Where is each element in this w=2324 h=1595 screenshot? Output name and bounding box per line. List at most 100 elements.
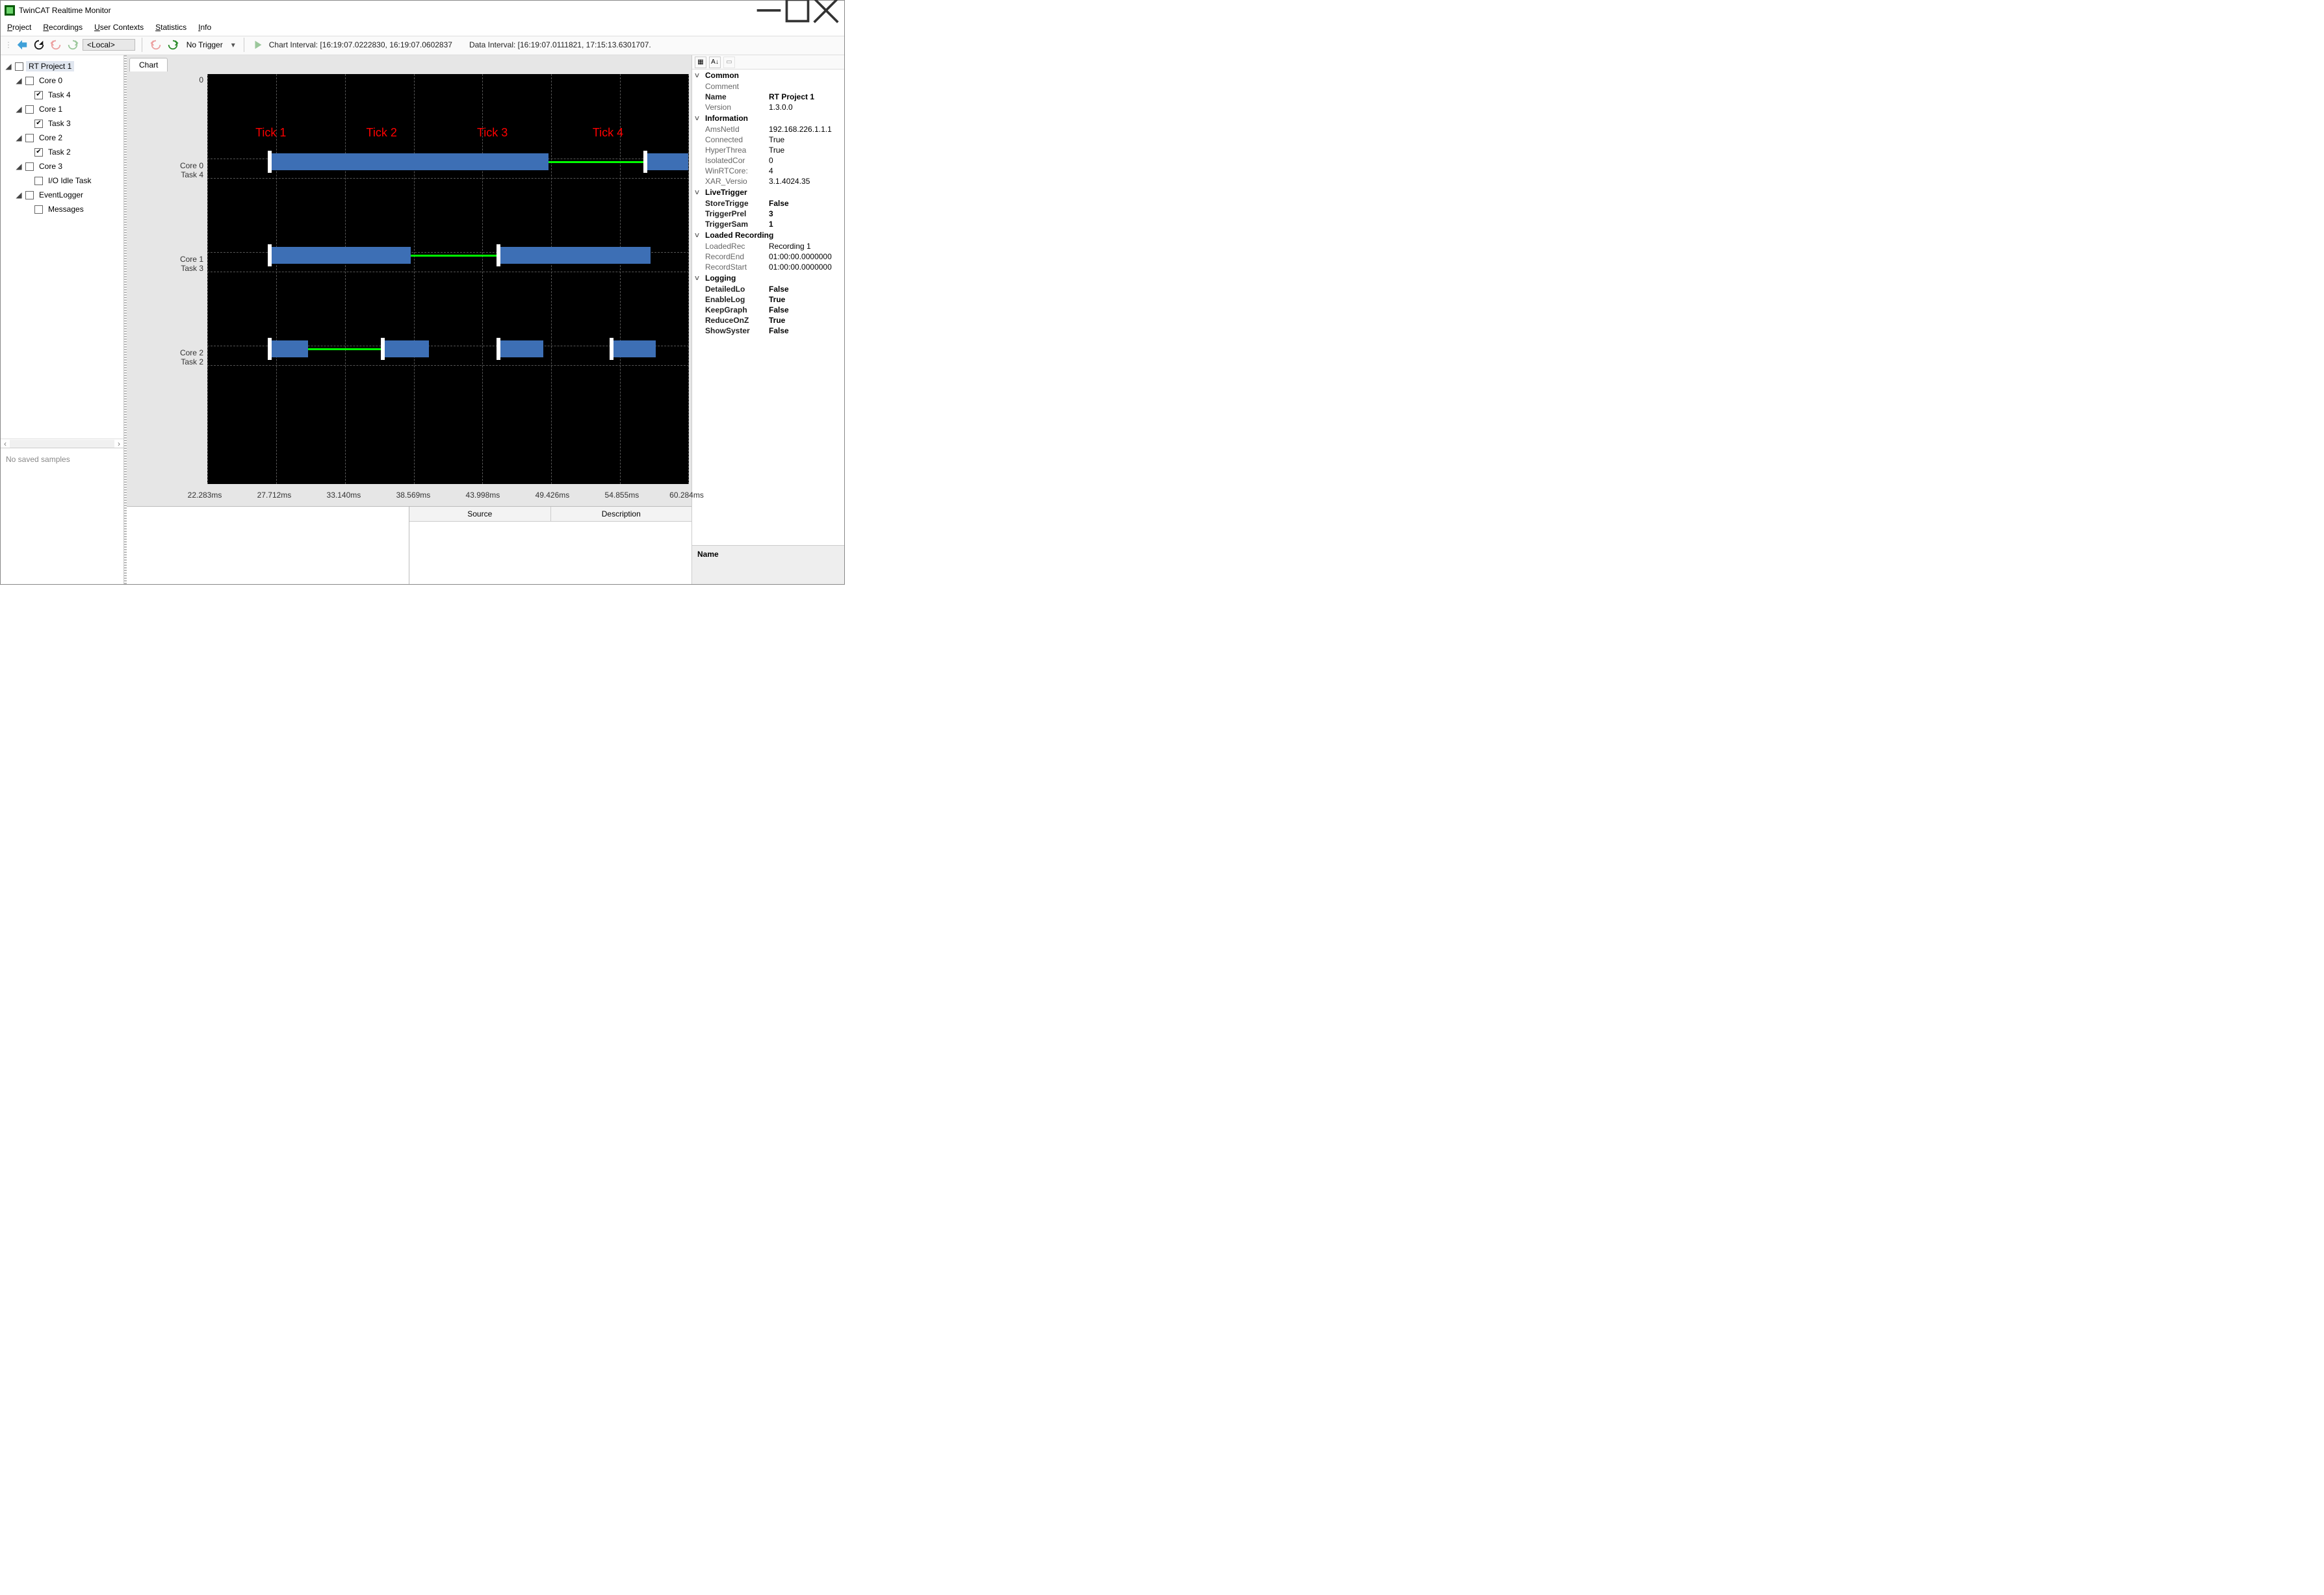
- toolbar: ⋮ <Local> No Trigger ▾: [1, 36, 844, 55]
- gap-core1: [411, 255, 496, 257]
- tree-checkbox[interactable]: [25, 191, 34, 199]
- open-icon[interactable]: [15, 38, 29, 52]
- saved-samples-panel: No saved samples: [1, 448, 123, 584]
- refresh-icon[interactable]: [32, 38, 46, 52]
- menu-statistics[interactable]: Statistics: [155, 23, 187, 32]
- menu-recordings[interactable]: Recordings: [43, 23, 83, 32]
- x-tick: 33.140ms: [327, 491, 361, 500]
- target-select[interactable]: <Local>: [83, 39, 135, 51]
- gap-core2: [308, 348, 381, 350]
- name-box-label: Name: [697, 550, 719, 559]
- chart-area: 0 Core 0Task 4 Core 1Task 3 Core 2Task 2: [127, 71, 691, 487]
- play-icon[interactable]: [251, 38, 265, 52]
- saved-samples-text: No saved samples: [6, 455, 70, 464]
- expand-icon[interactable]: ◢: [15, 133, 23, 142]
- name-box: Name: [692, 545, 844, 584]
- chart-canvas[interactable]: Tick 1 Tick 2 Tick 3 Tick 4: [207, 74, 689, 484]
- gap-core0: [549, 161, 643, 163]
- titlebar: TwinCAT Realtime Monitor: [1, 1, 844, 20]
- tree-checkbox[interactable]: [34, 148, 43, 157]
- row-label-core0: Core 0Task 4: [180, 161, 203, 179]
- tick-label-1: Tick 1: [255, 126, 286, 140]
- bottom-panes: Source Description: [127, 506, 691, 584]
- properties-toolbar: ▦ A↓ ▭: [692, 55, 844, 70]
- step-fwd-icon[interactable]: [66, 38, 80, 52]
- maximize-button[interactable]: [783, 1, 812, 19]
- tree-checkbox[interactable]: [25, 77, 34, 85]
- tree-item-core2[interactable]: Core 2: [36, 133, 65, 143]
- sort-icon[interactable]: A↓: [709, 57, 721, 68]
- y-axis-zero: 0: [199, 75, 203, 84]
- trigger-dropdown[interactable]: ▾: [229, 40, 237, 49]
- tree-checkbox[interactable]: [25, 162, 34, 171]
- col-source[interactable]: Source: [409, 507, 551, 521]
- chart-x-axis: 22.283ms 27.712ms 33.140ms 38.569ms 43.9…: [127, 487, 691, 506]
- cat-logging[interactable]: Logging: [705, 274, 736, 283]
- cat-livetrigger[interactable]: LiveTrigger: [705, 188, 747, 197]
- close-button[interactable]: [812, 1, 840, 19]
- x-tick: 54.855ms: [605, 491, 639, 500]
- x-tick: 43.998ms: [466, 491, 500, 500]
- chart-interval-text: Chart Interval: [16:19:07.0222830, 16:19…: [269, 40, 452, 49]
- right-panel: ▦ A↓ ▭ ˅Common Comment NameRT Project 1 …: [691, 55, 844, 584]
- expand-icon[interactable]: ◢: [15, 162, 23, 171]
- tree-item-task2[interactable]: Task 2: [45, 147, 73, 157]
- cat-info[interactable]: Information: [705, 114, 748, 123]
- tree-item-ioidle[interactable]: I/O Idle Task: [45, 175, 94, 186]
- categorized-icon[interactable]: ▦: [695, 57, 706, 68]
- expand-icon[interactable]: ◢: [5, 62, 12, 71]
- project-tree[interactable]: ◢ RT Project 1 ◢ Core 0 Task 4 ◢ Core 1: [1, 55, 123, 439]
- bottom-right-pane: Source Description: [409, 507, 691, 584]
- row-label-core1: Core 1Task 3: [180, 255, 203, 273]
- center-panel: Chart 0 Core 0Task 4 Core 1Task 3 Core 2…: [127, 55, 691, 584]
- window-title: TwinCAT Realtime Monitor: [19, 6, 111, 15]
- row-label-core2: Core 2Task 2: [180, 348, 203, 366]
- tree-item-eventlogger[interactable]: EventLogger: [36, 190, 86, 200]
- cat-loaded-rec[interactable]: Loaded Recording: [705, 231, 773, 240]
- expand-icon[interactable]: ◢: [15, 190, 23, 199]
- x-tick: 60.284ms: [669, 491, 704, 500]
- trigger-back-icon[interactable]: [149, 38, 163, 52]
- tree-item-core0[interactable]: Core 0: [36, 75, 65, 86]
- step-back-icon[interactable]: [49, 38, 63, 52]
- trigger-fwd-icon[interactable]: [166, 38, 180, 52]
- x-tick: 27.712ms: [257, 491, 292, 500]
- tab-chart[interactable]: Chart: [129, 58, 168, 71]
- property-grid[interactable]: ˅Common Comment NameRT Project 1 Version…: [692, 70, 844, 545]
- menubar: PProjectroject Recordings User Contexts …: [1, 20, 844, 36]
- x-tick: 38.569ms: [396, 491, 431, 500]
- tree-checkbox[interactable]: [34, 120, 43, 128]
- tree-checkbox[interactable]: [25, 134, 34, 142]
- bar-core0-a: [272, 153, 549, 170]
- cat-common[interactable]: Common: [705, 71, 739, 80]
- tree-item-task3[interactable]: Task 3: [45, 118, 73, 129]
- tree-item-task4[interactable]: Task 4: [45, 90, 73, 100]
- tree-item-project[interactable]: RT Project 1: [26, 61, 74, 71]
- trigger-label: No Trigger: [183, 40, 227, 49]
- left-panel: ◢ RT Project 1 ◢ Core 0 Task 4 ◢ Core 1: [1, 55, 124, 584]
- minimize-button[interactable]: [755, 1, 783, 19]
- tick-label-4: Tick 4: [593, 126, 623, 140]
- menu-info[interactable]: Info: [198, 23, 211, 32]
- chart-y-axis: 0 Core 0Task 4 Core 1Task 3 Core 2Task 2: [129, 74, 207, 484]
- tree-checkbox[interactable]: [34, 205, 43, 214]
- bar-core1-b: [500, 247, 651, 264]
- col-description[interactable]: Description: [551, 507, 692, 521]
- expand-icon[interactable]: ◢: [15, 76, 23, 85]
- tree-item-core3[interactable]: Core 3: [36, 161, 65, 172]
- data-interval-text: Data Interval: [16:19:07.0111821, 17:15:…: [469, 40, 840, 49]
- tree-checkbox[interactable]: [15, 62, 23, 71]
- pages-icon[interactable]: ▭: [723, 57, 735, 68]
- tree-checkbox[interactable]: [25, 105, 34, 114]
- tree-scrollbar[interactable]: ‹›: [1, 439, 123, 448]
- tabstrip: Chart: [127, 55, 691, 71]
- tree-checkbox[interactable]: [34, 91, 43, 99]
- expand-icon[interactable]: ◢: [15, 105, 23, 114]
- tree-item-core1[interactable]: Core 1: [36, 104, 65, 114]
- menu-user-contexts[interactable]: User Contexts: [94, 23, 144, 32]
- tree-checkbox[interactable]: [34, 177, 43, 185]
- tree-item-messages[interactable]: Messages: [45, 204, 86, 214]
- tick-label-2: Tick 2: [367, 126, 397, 140]
- menu-project[interactable]: PProjectroject: [7, 23, 31, 32]
- app-icon: [5, 5, 15, 16]
